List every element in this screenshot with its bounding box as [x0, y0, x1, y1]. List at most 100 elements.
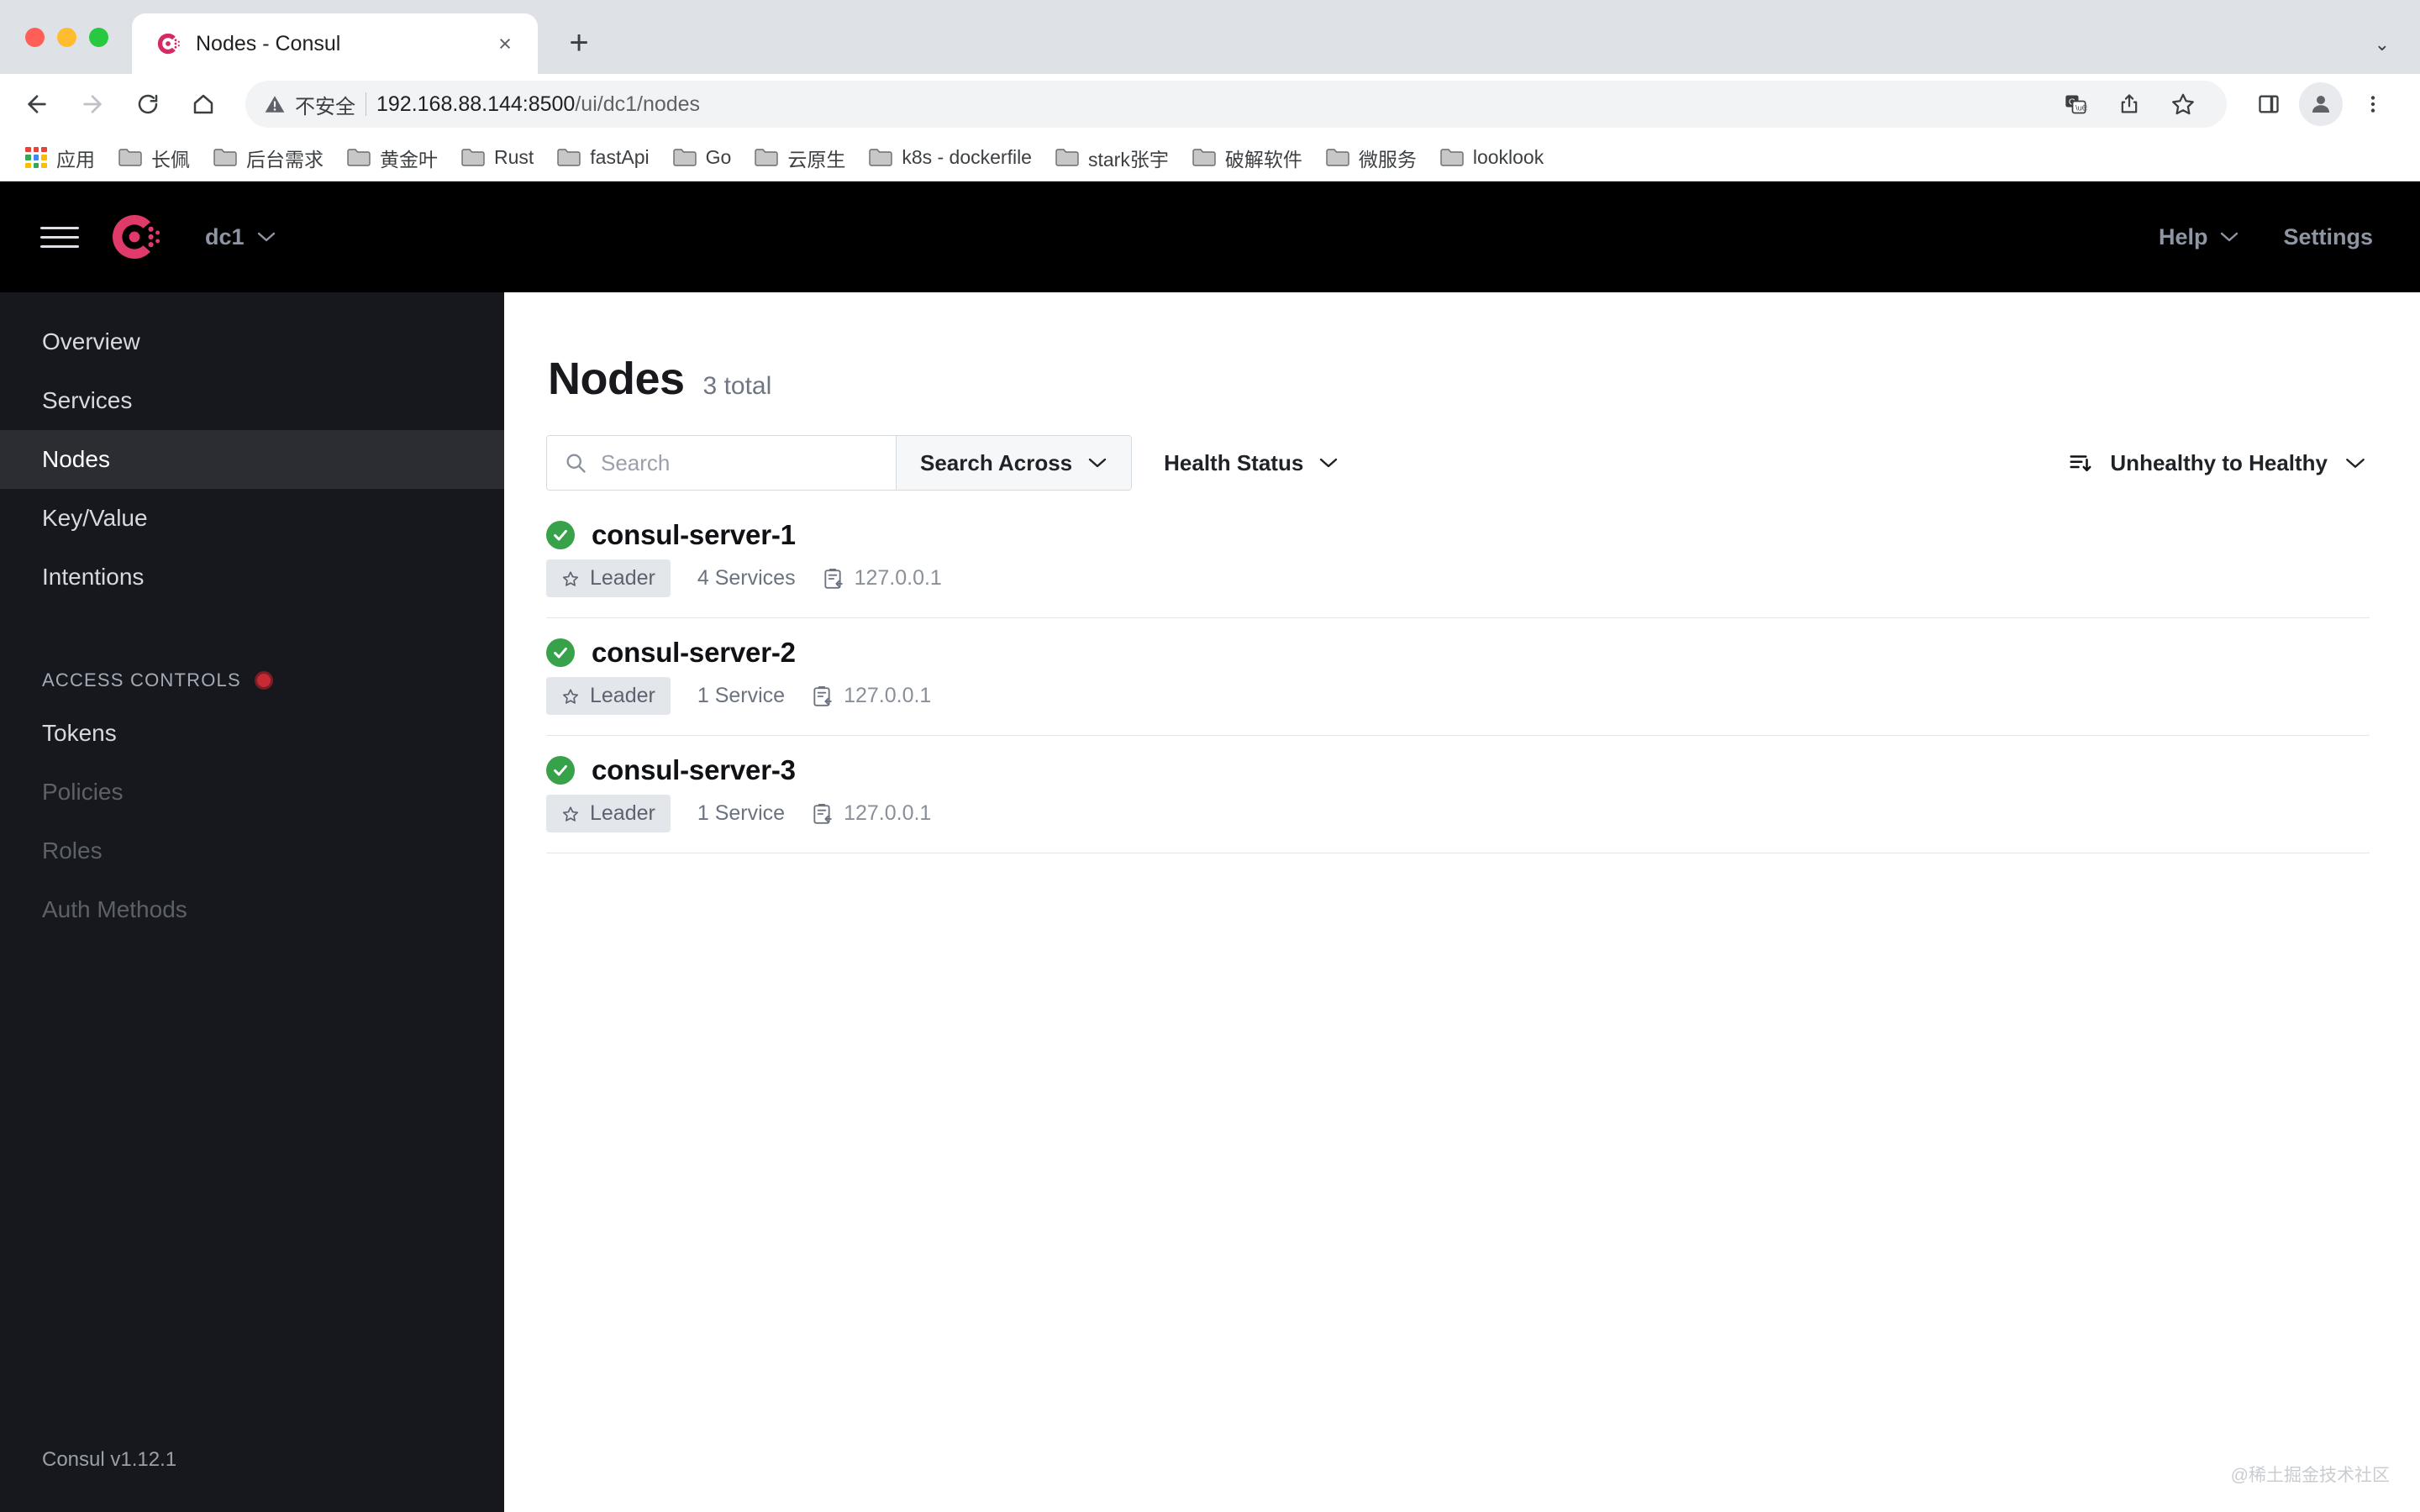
bookmark-label: 微服务	[1358, 148, 1417, 171]
sidebar-item-auth-methods[interactable]: Auth Methods	[0, 880, 504, 939]
new-tab-button[interactable]: +	[556, 20, 602, 66]
table-row[interactable]: consul-server-2 Leader 1 Service 127.0.0…	[546, 618, 2370, 736]
bookmark-label: looklook	[1472, 146, 1544, 168]
bookmark-folder-3[interactable]: 黄金叶	[337, 139, 448, 177]
folder-icon	[1440, 148, 1464, 167]
sidebar-item-tokens[interactable]: Tokens	[0, 704, 504, 763]
bookmarks-bar: 应用 长佩 后台需求 黄金叶 Rust fastApi Go 云原生 k8s -…	[0, 134, 2420, 181]
search-icon	[564, 451, 587, 475]
bookmark-folder-9[interactable]: stark张宇	[1045, 139, 1179, 177]
browser-window: Nodes - Consul × + ⌄ 不安全 192.168.88.144:…	[0, 0, 2420, 1512]
copy-clipboard-icon[interactable]	[812, 685, 832, 707]
sort-dropdown[interactable]: Unhealthy to Healthy	[2068, 450, 2370, 476]
bookmark-folder-12[interactable]: looklook	[1430, 141, 1554, 174]
not-secure-indicator[interactable]: 不安全	[264, 90, 355, 119]
bookmark-folder-5[interactable]: fastApi	[547, 141, 659, 174]
node-meta: Leader 4 Services 127.0.0.1	[546, 559, 2370, 597]
not-secure-label: 不安全	[295, 95, 355, 118]
bookmark-star-icon[interactable]	[2158, 79, 2208, 129]
main-content: Nodes 3 total Search Search Across Healt…	[504, 292, 2420, 1512]
sidebar-item-services[interactable]: Services	[0, 371, 504, 430]
service-count: 4 Services	[697, 566, 796, 590]
back-arrow-icon[interactable]	[12, 79, 62, 129]
node-name[interactable]: consul-server-2	[592, 637, 796, 669]
reload-icon[interactable]	[123, 79, 173, 129]
service-count: 1 Service	[697, 684, 786, 707]
consul-app: dc1 Help Settings Overview Services Node…	[0, 181, 2420, 1512]
copy-clipboard-icon[interactable]	[823, 568, 843, 590]
sidebar-item-intentions[interactable]: Intentions	[0, 548, 504, 606]
browser-tab[interactable]: Nodes - Consul ×	[132, 13, 538, 74]
tab-strip: Nodes - Consul × + ⌄	[0, 0, 2420, 74]
search-placeholder: Search	[601, 449, 671, 475]
node-address: 127.0.0.1	[823, 566, 942, 591]
table-row[interactable]: consul-server-1 Leader 4 Services 127.0.…	[546, 501, 2370, 618]
health-status-dropdown[interactable]: Health Status	[1164, 450, 1339, 476]
copy-clipboard-icon[interactable]	[812, 803, 832, 825]
sidebar-item-overview[interactable]: Overview	[0, 312, 504, 371]
consul-favicon-icon	[155, 31, 181, 56]
close-tab-icon[interactable]: ×	[491, 29, 519, 58]
folder-icon	[1326, 148, 1349, 167]
bookmark-apps[interactable]: 应用	[15, 139, 105, 177]
search-across-dropdown[interactable]: Search Across	[896, 436, 1132, 490]
bookmark-folder-6[interactable]: Go	[663, 141, 742, 174]
bookmark-folder-2[interactable]: 后台需求	[203, 139, 334, 177]
folder-icon	[557, 148, 581, 167]
service-count: 1 Service	[697, 801, 786, 825]
bookmark-folder-11[interactable]: 微服务	[1316, 139, 1427, 177]
sidebar-item-policies[interactable]: Policies	[0, 763, 504, 822]
bookmark-label: 后台需求	[246, 148, 324, 171]
search-input[interactable]: Search	[547, 436, 896, 490]
bookmark-folder-7[interactable]: 云原生	[744, 139, 855, 177]
bookmark-folder-1[interactable]: 长佩	[108, 139, 200, 177]
leader-label: Leader	[590, 684, 655, 707]
bookmark-folder-8[interactable]: k8s - dockerfile	[859, 141, 1042, 174]
help-menu[interactable]: Help	[2159, 224, 2240, 250]
sidebar-item-nodes[interactable]: Nodes	[0, 430, 504, 489]
sidebar-item-roles[interactable]: Roles	[0, 822, 504, 880]
datacenter-label: dc1	[205, 223, 245, 249]
address-bar[interactable]: 不安全 192.168.88.144:8500/ui/dc1/nodes G\u…	[245, 81, 2227, 128]
share-icon[interactable]	[2104, 79, 2154, 129]
app-body: Overview Services Nodes Key/Value Intent…	[0, 292, 2420, 1512]
bookmark-label: 破解软件	[1224, 148, 1302, 171]
bookmark-folder-4[interactable]: Rust	[451, 141, 544, 174]
minimize-window-button[interactable]	[57, 27, 76, 47]
consul-logo[interactable]	[108, 210, 161, 264]
sidebar-item-keyvalue[interactable]: Key/Value	[0, 489, 504, 548]
node-ip-label: 127.0.0.1	[854, 566, 942, 590]
tab-list-chevron-down-icon[interactable]: ⌄	[2375, 34, 2390, 55]
folder-icon	[347, 148, 371, 167]
folder-icon	[755, 148, 779, 167]
datacenter-selector[interactable]: dc1	[205, 224, 276, 250]
node-name[interactable]: consul-server-3	[592, 754, 796, 786]
tab-title: Nodes - Consul	[196, 31, 341, 55]
leader-label: Leader	[590, 566, 655, 590]
sidebar: Overview Services Nodes Key/Value Intent…	[0, 292, 504, 1512]
node-address: 127.0.0.1	[812, 684, 931, 708]
page-title: Nodes	[548, 354, 685, 404]
translate-icon[interactable]: G\u6587	[2050, 79, 2101, 129]
maximize-window-button[interactable]	[89, 27, 108, 47]
hamburger-icon[interactable]	[40, 218, 79, 256]
home-icon[interactable]	[178, 79, 229, 129]
node-list: consul-server-1 Leader 4 Services 127.0.…	[546, 501, 2370, 853]
node-name[interactable]: consul-server-1	[592, 519, 796, 551]
app-header: dc1 Help Settings	[0, 181, 2420, 292]
chrome-menu-icon[interactable]	[2348, 79, 2398, 129]
profile-avatar[interactable]	[2299, 82, 2343, 126]
chevron-down-icon	[2344, 457, 2366, 470]
close-window-button[interactable]	[25, 27, 45, 47]
bookmark-folder-10[interactable]: 破解软件	[1182, 139, 1313, 177]
folder-icon	[1192, 148, 1216, 167]
health-passing-icon	[546, 638, 575, 667]
sidebar-section-label: ACCESS CONTROLS	[42, 669, 241, 690]
forward-arrow-icon[interactable]	[67, 79, 118, 129]
table-row[interactable]: consul-server-3 Leader 1 Service 127.0.0…	[546, 736, 2370, 853]
side-panel-icon[interactable]	[2244, 79, 2294, 129]
url-text: 192.168.88.144:8500/ui/dc1/nodes	[376, 92, 700, 117]
filter-bar: Search Search Across Health Status Unhea…	[546, 435, 2370, 491]
settings-link[interactable]: Settings	[2283, 224, 2373, 250]
omnibox-actions: G\u6587	[2050, 79, 2208, 129]
